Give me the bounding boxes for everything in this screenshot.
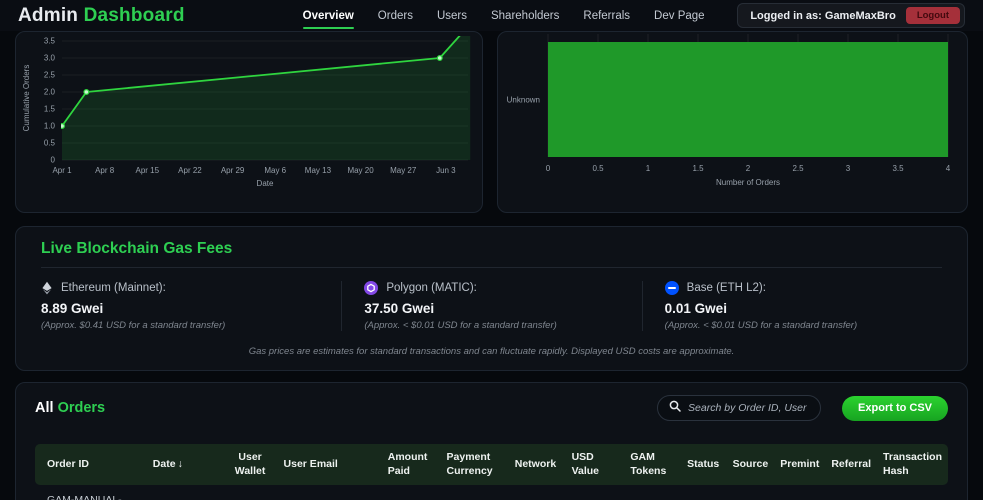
orders-count-bar-chart: 0 0.5 1 1.5 2 2.5 3 3.5 4 Unknown Number of Orders	[497, 31, 968, 213]
admin-dashboard-page: Admin Dashboard Overview Orders Users Share…	[0, 0, 983, 500]
svg-text:1.5: 1.5	[44, 105, 56, 114]
export-csv-button[interactable]: Export to CSV	[842, 396, 948, 421]
svg-text:0.5: 0.5	[592, 164, 604, 173]
sort-desc-icon: ↓	[178, 458, 183, 470]
app-title-dashboard: Dashboard	[84, 5, 185, 26]
column-header-payment-currency[interactable]: Payment Currency	[441, 446, 509, 482]
svg-text:Apr 22: Apr 22	[178, 166, 202, 175]
gas-fees-disclaimer: Gas prices are estimates for standard tr…	[41, 346, 942, 357]
column-header-order-id[interactable]: Order ID	[35, 453, 147, 476]
gas-network-label: Ethereum (Mainnet):	[41, 281, 329, 295]
orders-toolbar: All Orders Export to CSV	[35, 395, 948, 421]
gas-fee-value: 37.50 Gwei	[364, 301, 629, 316]
svg-text:1.0: 1.0	[44, 122, 56, 131]
nav-users[interactable]: Users	[437, 10, 467, 22]
svg-text:Apr 1: Apr 1	[52, 166, 72, 175]
svg-text:Cumulative Orders: Cumulative Orders	[22, 65, 31, 132]
svg-text:May 27: May 27	[390, 166, 417, 175]
svg-text:Jun 3: Jun 3	[436, 166, 456, 175]
gas-fees-panel: Live Blockchain Gas Fees Ethereum (Mainn…	[15, 226, 968, 371]
gas-fee-item: Ethereum (Mainnet): 8.89 Gwei (Approx. $0.…	[41, 281, 341, 331]
column-header-referral[interactable]: Referral	[825, 453, 877, 476]
svg-text:May 13: May 13	[305, 166, 332, 175]
column-header-user-wallet[interactable]: User Wallet	[223, 446, 278, 482]
svg-text:2.0: 2.0	[44, 88, 56, 97]
all-orders-panel: All Orders Export to CSV Order IDDate↓Us…	[15, 382, 968, 500]
polygon-icon	[364, 281, 378, 295]
svg-text:2: 2	[746, 164, 751, 173]
logged-in-box: Logged in as: GameMaxBro Logout	[737, 3, 965, 28]
svg-text:Apr 15: Apr 15	[136, 166, 160, 175]
column-header-usd-value[interactable]: USD Value	[566, 446, 625, 482]
svg-text:May 20: May 20	[347, 166, 374, 175]
svg-text:3: 3	[846, 164, 851, 173]
divider	[41, 267, 942, 268]
svg-text:0.5: 0.5	[44, 139, 56, 148]
app-title: Admin Dashboard	[18, 5, 185, 27]
nav-referrals[interactable]: Referrals	[583, 10, 630, 22]
column-header-transaction-hash[interactable]: Transaction Hash	[877, 446, 948, 482]
gas-fees-title: Live Blockchain Gas Fees	[41, 240, 942, 258]
column-header-premint[interactable]: Premint	[774, 453, 825, 476]
svg-text:Date: Date	[257, 179, 274, 188]
orders-title: All Orders	[35, 400, 105, 416]
gas-fee-note: (Approx. < $0.01 USD for a standard tran…	[665, 320, 930, 331]
charts-row: 0 0.5 1.0 1.5 2.0 2.5 3.0 3.5 Apr 1 Apr 8 Apr 15 Ap…	[15, 31, 968, 213]
nav-dev-page[interactable]: Dev Page	[654, 10, 705, 22]
svg-text:May 6: May 6	[264, 166, 286, 175]
base-icon	[665, 281, 679, 295]
svg-text:2.5: 2.5	[792, 164, 804, 173]
cumulative-orders-chart: 0 0.5 1.0 1.5 2.0 2.5 3.0 3.5 Apr 1 Apr 8 Apr 15 Ap…	[15, 31, 483, 213]
gas-fee-columns: Ethereum (Mainnet): 8.89 Gwei (Approx. $0.…	[41, 281, 942, 331]
column-header-network[interactable]: Network	[509, 453, 566, 476]
gas-fee-note: (Approx. < $0.01 USD for a standard tran…	[364, 320, 629, 331]
svg-text:1.5: 1.5	[692, 164, 704, 173]
svg-text:4: 4	[946, 164, 951, 173]
orders-table-header: Order IDDate↓User WalletUser EmailAmount…	[35, 444, 948, 485]
gas-fee-item: Base (ETH L2): 0.01 Gwei (Approx. < $0.01 …	[642, 281, 942, 331]
top-navbar: Admin Dashboard Overview Orders Users Share…	[0, 0, 983, 31]
ethereum-icon	[41, 281, 53, 295]
column-header-source[interactable]: Source	[727, 453, 775, 476]
nav-overview[interactable]: Overview	[303, 10, 354, 22]
column-header-gam-tokens[interactable]: GAM Tokens	[624, 446, 681, 482]
gas-fee-value: 0.01 Gwei	[665, 301, 930, 316]
orders-search-input[interactable]	[688, 402, 809, 414]
svg-text:Unknown: Unknown	[507, 96, 540, 105]
column-header-user-email[interactable]: User Email	[278, 453, 382, 476]
search-icon	[669, 399, 681, 417]
gas-network-label: Polygon (MATIC):	[364, 281, 629, 295]
logout-button[interactable]: Logout	[906, 7, 960, 24]
column-header-date[interactable]: Date↓	[147, 453, 223, 476]
gas-fee-item: Polygon (MATIC): 37.50 Gwei (Approx. < $0.…	[341, 281, 641, 331]
main-nav: Overview Orders Users Shareholders Referrals…	[303, 10, 705, 22]
svg-text:Apr 29: Apr 29	[221, 166, 245, 175]
svg-text:0: 0	[51, 156, 56, 165]
svg-text:2.5: 2.5	[44, 71, 56, 80]
logged-in-text: Logged in as: GameMaxBro	[750, 10, 895, 22]
orders-search[interactable]	[657, 395, 821, 421]
svg-text:3.5: 3.5	[892, 164, 904, 173]
column-header-amount-paid[interactable]: Amount Paid	[382, 446, 441, 482]
svg-text:0: 0	[546, 164, 551, 173]
nav-orders[interactable]: Orders	[378, 10, 413, 22]
svg-text:3.5: 3.5	[44, 37, 56, 46]
svg-text:3.0: 3.0	[44, 54, 56, 63]
column-header-status[interactable]: Status	[681, 453, 726, 476]
svg-text:Number of Orders: Number of Orders	[716, 178, 780, 187]
nav-shareholders[interactable]: Shareholders	[491, 10, 559, 22]
gas-fee-note: (Approx. $0.41 USD for a standard transf…	[41, 320, 329, 331]
svg-text:Apr 8: Apr 8	[95, 166, 115, 175]
table-row: GAM-MANUAL-	[35, 494, 948, 500]
svg-text:1: 1	[646, 164, 651, 173]
gas-network-label: Base (ETH L2):	[665, 281, 930, 295]
gas-fee-value: 8.89 Gwei	[41, 301, 329, 316]
app-title-admin: Admin	[18, 5, 84, 26]
